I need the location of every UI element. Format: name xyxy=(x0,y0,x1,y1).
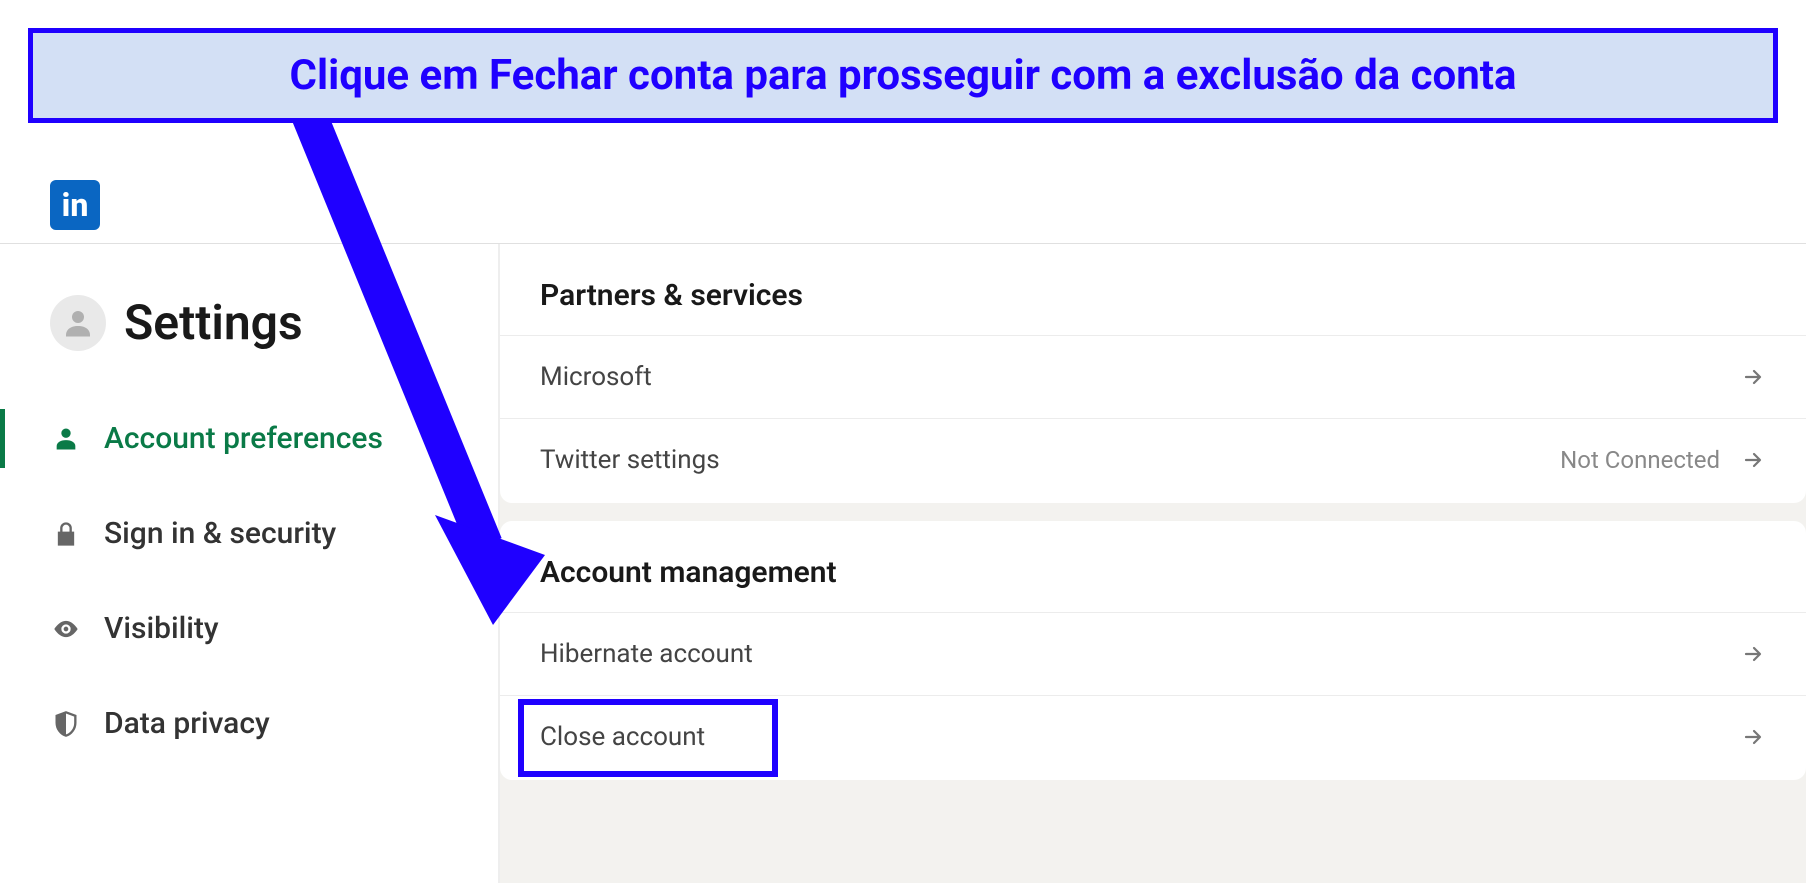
sidebar-header: Settings xyxy=(0,274,498,391)
setting-row-close-account[interactable]: Close account xyxy=(500,695,1806,778)
status-text: Not Connected xyxy=(1560,446,1720,474)
setting-label: Hibernate account xyxy=(540,639,753,669)
person-silhouette-icon xyxy=(60,305,96,341)
setting-label: Twitter settings xyxy=(540,445,720,475)
setting-row-right xyxy=(1740,364,1766,390)
instruction-text: Clique em Fechar conta para prosseguir c… xyxy=(53,51,1753,100)
arrow-right-icon xyxy=(1740,641,1766,667)
sidebar-item-visibility[interactable]: Visibility xyxy=(0,581,498,676)
setting-row-microsoft[interactable]: Microsoft xyxy=(500,335,1806,418)
shield-icon xyxy=(50,708,82,740)
header-bar: in xyxy=(0,166,1806,244)
nav-label: Account preferences xyxy=(104,421,383,456)
sidebar-item-account-preferences[interactable]: Account preferences xyxy=(0,391,498,486)
content-area: Partners & services Microsoft Twitter se… xyxy=(500,244,1806,883)
setting-row-right: Not Connected xyxy=(1560,446,1766,474)
section-title: Account management xyxy=(500,521,1806,612)
section-partners-services: Partners & services Microsoft Twitter se… xyxy=(500,244,1806,503)
nav-label: Visibility xyxy=(104,611,219,646)
setting-row-right xyxy=(1740,641,1766,667)
nav-label: Data privacy xyxy=(104,706,270,741)
nav-label: Sign in & security xyxy=(104,516,336,551)
instruction-callout: Clique em Fechar conta para prosseguir c… xyxy=(28,28,1778,123)
arrow-right-icon xyxy=(1740,447,1766,473)
sidebar: Settings Account preferences Sign in & s… xyxy=(0,244,500,883)
arrow-right-icon xyxy=(1740,364,1766,390)
logo-text: in xyxy=(62,186,89,224)
section-title: Partners & services xyxy=(500,244,1806,335)
eye-icon xyxy=(50,613,82,645)
linkedin-logo[interactable]: in xyxy=(50,180,100,230)
sidebar-item-data-privacy[interactable]: Data privacy xyxy=(0,676,498,771)
arrow-right-icon xyxy=(1740,724,1766,750)
setting-row-twitter[interactable]: Twitter settings Not Connected xyxy=(500,418,1806,501)
main-layout: Settings Account preferences Sign in & s… xyxy=(0,244,1806,883)
section-account-management: Account management Hibernate account Clo… xyxy=(500,521,1806,780)
setting-label: Close account xyxy=(540,722,705,752)
setting-row-right xyxy=(1740,724,1766,750)
person-icon xyxy=(50,423,82,455)
lock-icon xyxy=(50,518,82,550)
setting-label: Microsoft xyxy=(540,362,652,392)
avatar[interactable] xyxy=(50,295,106,351)
sidebar-item-signin-security[interactable]: Sign in & security xyxy=(0,486,498,581)
page-title: Settings xyxy=(124,294,303,351)
setting-row-hibernate[interactable]: Hibernate account xyxy=(500,612,1806,695)
